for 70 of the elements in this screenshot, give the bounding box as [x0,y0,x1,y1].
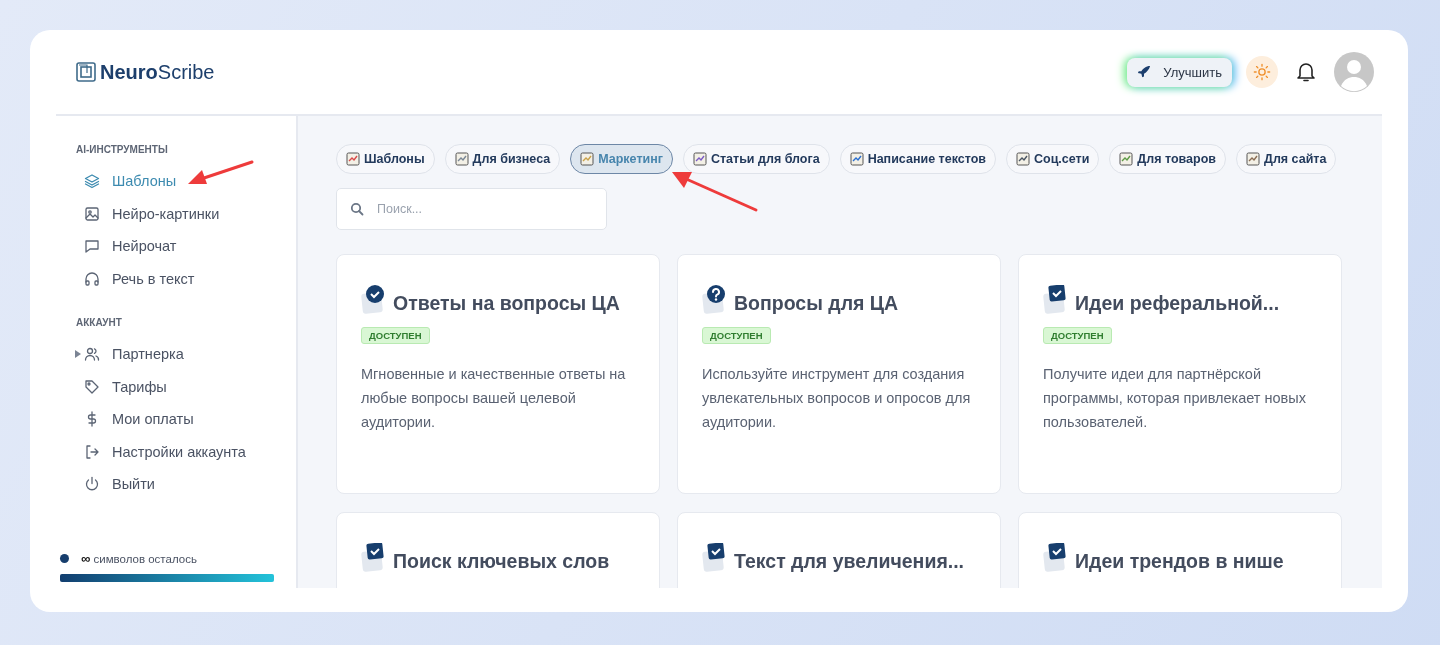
sidebar-item[interactable]: Речь в текст [76,262,296,295]
notification-bell-icon[interactable] [1296,61,1316,83]
power-icon [84,476,100,493]
chat-icon [84,238,100,255]
category-chip[interactable]: Статьи для блога [682,144,830,174]
card-title: Поиск ключевых слов [393,550,610,573]
sun-icon [1253,63,1271,81]
checkmark-icon [361,543,387,573]
sidebar-item[interactable]: Мои оплаты [76,403,296,436]
category-chip[interactable]: Написание текстов [839,144,996,174]
image-icon [84,205,100,222]
logo-icon [76,62,96,82]
upgrade-button[interactable]: Улучшить [1127,57,1232,87]
template-card[interactable]: Ответы на вопросы ЦА ДОСТУПЕН Мгновенные и качественные ответы на любые вопросы вашей целевой аудитории. [336,254,660,494]
search-field[interactable]: Поиск... [336,188,607,230]
sidebar-item[interactable]: Нейрочат [76,230,296,263]
document-icon [1246,152,1260,166]
card-title: Ответы на вопросы ЦА [393,292,620,315]
search-icon [350,202,364,216]
sidebar-item[interactable]: Шаблоны [76,165,296,198]
checkmark-icon [702,543,728,573]
question-mark-icon [702,285,728,315]
checkmark-icon [1043,543,1069,573]
sidebar-item[interactable]: Нейро-картинки [76,197,296,230]
document-icon [692,152,707,166]
card-description: Используйте инструмент для создания увлекательных вопросов и опросов для аудитории. [702,365,972,432]
layers-icon [84,173,100,190]
category-chip[interactable]: Соц.сети [1005,144,1100,174]
status-badge: ДОСТУПЕН [361,327,430,344]
credits-remaining-text: ∞ символов осталось [81,551,197,566]
card-title: Идеи трендов в нише [1075,550,1284,573]
sidebar-item[interactable]: Тарифы [76,370,296,403]
card-title: Идеи реферальной... [1075,292,1280,315]
card-description: Мгновенные и качественные ответы на любые вопросы вашей целевой аудитории. [361,365,627,432]
theme-toggle-button[interactable] [1246,56,1278,88]
sidebar-item[interactable]: Выйти [76,468,296,501]
document-icon [580,152,595,166]
section-heading: АККАУНТ [76,317,123,328]
category-chip[interactable]: Для сайта [1236,144,1337,174]
users-icon [84,346,100,363]
category-chip[interactable]: Для товаров [1109,144,1226,174]
checkmark-icon [361,285,387,315]
card-title: Вопросы для ЦА [734,292,899,315]
tag-icon [84,378,100,395]
card-title: Текст для увеличения... [734,550,965,573]
sidebar-item[interactable]: Партнерка [76,338,296,371]
headphones-icon [84,270,100,287]
category-chip[interactable]: Для бизнеса [444,144,561,174]
rocket-icon [1137,65,1152,79]
document-icon [346,152,360,166]
status-dot [60,554,69,563]
status-badge: ДОСТУПЕН [702,327,771,344]
document-icon [849,152,864,166]
sidebar-item[interactable]: Настройки аккаунта [76,435,296,468]
document-icon [1015,152,1030,166]
document-icon [1119,152,1134,166]
caret-icon[interactable] [75,350,81,358]
status-badge: ДОСТУПЕН [1043,327,1112,344]
template-card[interactable]: Поиск ключевых слов [336,512,660,588]
exit-icon [84,443,100,460]
brand-name: NeuroScribe [100,60,215,84]
document-icon [454,152,469,166]
category-chip[interactable]: Шаблоны [336,144,435,174]
template-card[interactable]: Текст для увеличения... [677,512,1001,588]
template-card[interactable]: Идеи реферальной... ДОСТУПЕН Получите идеи для партнёрской программы, которая привлекает новых пользователей. [1018,254,1342,494]
template-card[interactable]: Идеи трендов в нише [1018,512,1342,588]
template-card[interactable]: Вопросы для ЦА ДОСТУПЕН Используйте инструмент для создания увлекательных вопросов и опросов для аудитории. [677,254,1001,494]
section-heading: AI-ИНСТРУМЕНТЫ [76,144,169,155]
checkmark-icon [1043,285,1069,315]
card-description: Получите идеи для партнёрской программы, которая привлекает новых пользователей. [1043,365,1307,432]
